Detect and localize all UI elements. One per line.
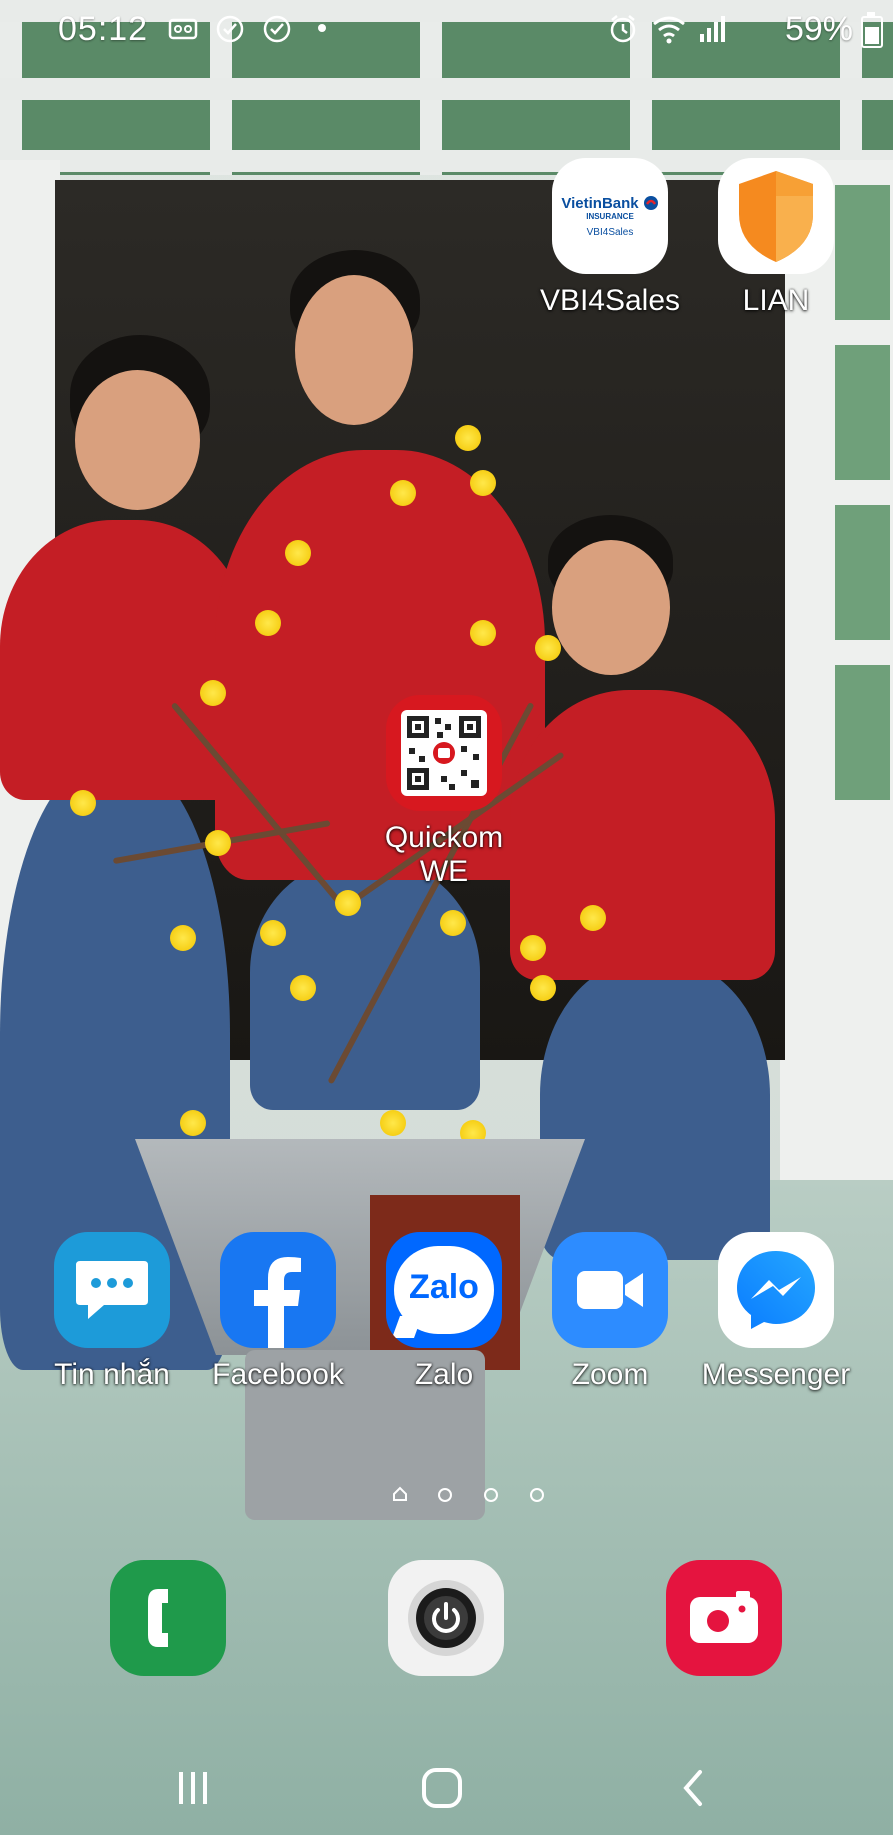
back-button[interactable]	[663, 1763, 723, 1813]
recent-apps-button[interactable]	[163, 1763, 223, 1813]
zalo-icon: Zalo	[386, 1232, 502, 1348]
dock-camera[interactable]	[649, 1560, 799, 1676]
dock-power[interactable]	[371, 1560, 521, 1676]
phone-icon	[110, 1560, 226, 1676]
power-icon	[388, 1560, 504, 1676]
facebook-icon	[220, 1232, 336, 1348]
app-facebook[interactable]: Facebook	[203, 1232, 353, 1392]
wifi-icon	[652, 14, 685, 44]
dock-phone[interactable]	[93, 1560, 243, 1676]
app-label: Tin nhắn	[54, 1358, 170, 1391]
vbi-tag-text: VBI4Sales	[586, 226, 634, 238]
app-label: Zalo	[414, 1358, 474, 1391]
qr-code-icon	[386, 695, 502, 811]
app-lian[interactable]: LIAN	[701, 158, 851, 318]
app-zoom[interactable]: Zoom	[535, 1232, 685, 1392]
status-time: 05:12	[58, 10, 149, 48]
messenger-icon	[718, 1232, 834, 1348]
app-label: Messenger	[701, 1358, 851, 1391]
page-dot[interactable]	[530, 1488, 544, 1502]
status-bar: 05:12 59%	[0, 0, 893, 60]
vbi-brand-text: VietinBank	[561, 194, 639, 212]
app-vbi4sales[interactable]: VietinBank INSURANCE VBI4Sales VBI4Sales	[535, 158, 685, 318]
app-messenger[interactable]: Messenger	[701, 1232, 851, 1392]
home-page-icon	[393, 1486, 407, 1501]
app-quickom-we[interactable]: Quickom WE	[369, 695, 519, 889]
home-button[interactable]	[412, 1763, 472, 1813]
sync-icon	[262, 14, 292, 44]
zalo-logo-text: Zalo	[409, 1268, 479, 1306]
app-tin-nhan[interactable]: Tin nhắn	[37, 1232, 187, 1392]
signal-icon	[698, 14, 728, 44]
dot-icon	[318, 24, 326, 32]
battery-icon	[861, 12, 883, 48]
page-dot[interactable]	[438, 1488, 452, 1502]
voicemail-icon	[168, 14, 198, 44]
app-label-line2: WE	[419, 855, 469, 888]
app-zalo[interactable]: Zalo Zalo	[369, 1232, 519, 1392]
app-label: Quickom WE	[369, 821, 519, 889]
zoom-icon	[552, 1232, 668, 1348]
page-dot[interactable]	[484, 1488, 498, 1502]
alarm-icon	[608, 14, 638, 44]
camera-icon	[666, 1560, 782, 1676]
app-label: VBI4Sales	[539, 284, 681, 317]
vbi-sub-text: INSURANCE	[586, 211, 634, 221]
app-label-line1: Quickom	[384, 821, 504, 854]
messages-icon	[54, 1232, 170, 1348]
vietinbank-insurance-icon: VietinBank INSURANCE VBI4Sales	[552, 158, 668, 274]
battery-percentage: 59%	[784, 10, 853, 48]
app-label: Zoom	[571, 1358, 649, 1391]
app-label: Facebook	[212, 1358, 344, 1391]
app-label: LIAN	[742, 284, 810, 317]
sync-icon	[215, 14, 245, 44]
shield-icon	[718, 158, 834, 274]
page-indicator	[0, 1486, 893, 1504]
navigation-bar	[0, 1745, 893, 1835]
